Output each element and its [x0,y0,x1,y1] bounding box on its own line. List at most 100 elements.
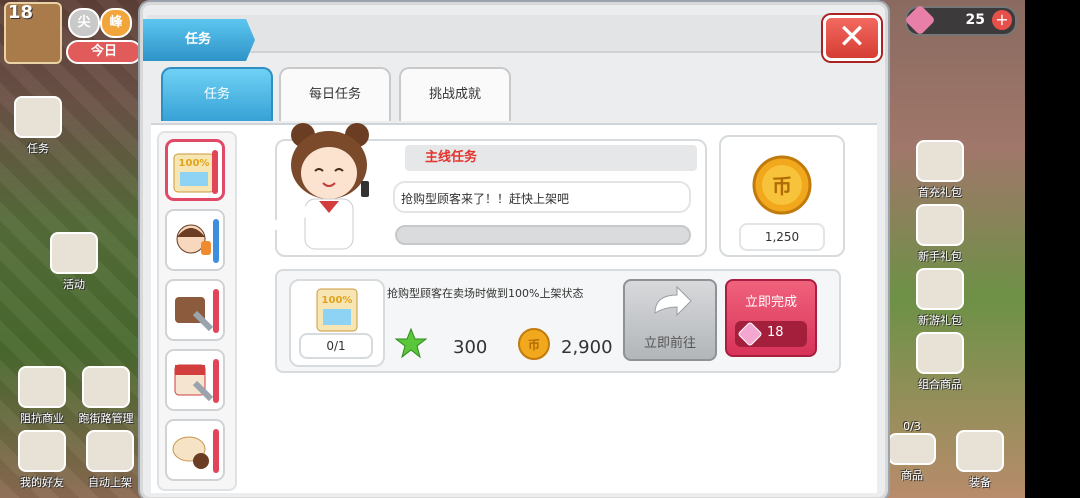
shop-icon [18,366,66,408]
task-row: 100% 0/1 抢购型顾客在卖场时做到100%上架状态 300 币 2,900 [275,269,841,373]
category-indicator [213,289,219,333]
svg-text:100%: 100% [179,158,210,169]
screen-side-bar [1025,0,1080,498]
left-menu-friends[interactable]: 我的好友 [14,430,70,490]
svg-text:币: 币 [528,338,540,352]
main-quest-text: 抢购型顾客来了！！赶快上架吧 [393,181,691,213]
right-menu-label: 组合商品 [918,378,962,391]
tab-daily-tasks[interactable]: 每日任务 [279,67,391,121]
svg-text:币: 币 [772,174,792,198]
guide-character [272,123,369,250]
hud-badge-0[interactable]: 尖 [68,8,100,38]
main-quest-reward-value: 1,250 [739,223,825,251]
left-menu-tasks[interactable]: 任务 [10,96,66,156]
category-indicator [212,150,218,194]
today-button[interactable]: 今日 [66,40,142,64]
gem-counter: 25 + [904,4,1017,36]
complete-cost: 18 [735,321,807,347]
exp-reward: 300 [453,337,488,358]
exp-star-icon [395,327,427,359]
character-icon [956,430,1004,472]
coin-reward: 2,900 [561,337,613,358]
left-menu-street[interactable]: 跑街路管理 [78,366,134,426]
right-menu-label: 新游礼包 [918,314,962,327]
coin-icon: 币 [752,155,812,215]
complete-cost-value: 18 [767,325,784,340]
tab-tasks[interactable]: 任务 [161,67,273,121]
game-screen: 18 尖 峰 今日 25 + 任务 活动 阻抗商业 跑街路管理 我的好友 自动上… [0,0,1080,498]
main-quest-reward: 币 1,250 [719,135,845,257]
goods-count: 0/3 [903,420,921,433]
bundle-icon [916,332,964,374]
coin-icon: 币 [518,328,550,360]
add-gems-button[interactable]: + [992,10,1012,30]
share-arrow-icon [654,285,692,317]
category-list: 100% [157,131,237,491]
gem-icon [737,321,763,347]
gem-count: 25 [965,12,985,28]
left-menu-label: 跑街路管理 [78,412,134,425]
left-menu-label: 活动 [63,278,85,291]
task-description: 抢购型顾客在卖场时做到100%上架状态 [387,287,584,300]
shelf-100-icon: 100% [173,153,215,193]
tab-challenges[interactable]: 挑战成就 [399,67,511,121]
gem-icon [904,4,936,36]
category-store[interactable] [165,349,225,411]
category-food[interactable] [165,419,225,481]
customer-icon [176,224,211,255]
gift-icon [916,204,964,246]
close-button[interactable]: ✕ [823,15,881,61]
gift-icon [916,140,964,182]
task-progress: 0/1 [299,333,373,359]
category-indicator [213,219,219,263]
right-menu-label: 装备 [969,476,991,489]
right-menu-newgame[interactable]: 新游礼包 [912,268,968,328]
dialog-header [147,15,871,53]
go-now-label: 立即前往 [643,336,696,351]
friends-icon [18,430,66,472]
right-menu-equip[interactable]: 装备 [952,430,1008,490]
task-dialog: 任务 ✕ 任务 每日任务 挑战成就 100% 主线任务 抢购型顾客来了！！赶快上… [140,2,888,498]
left-menu-label: 阻抗商业 [20,412,64,425]
category-shelf[interactable]: 100% [165,139,225,201]
robot-icon [86,430,134,472]
left-menu-events[interactable]: 活动 [46,232,102,292]
complete-now-button[interactable]: 立即完成 18 [725,279,817,357]
right-menu-newbie[interactable]: 新手礼包 [912,204,968,264]
right-menu-label: 首充礼包 [918,186,962,199]
player-avatar[interactable]: 18 [4,2,62,64]
right-menu-combo[interactable]: 组合商品 [912,332,968,392]
category-indicator [213,359,219,403]
complete-now-label: 立即完成 [744,295,797,310]
shelf-100-icon: 100% [316,288,358,332]
category-indicator [213,429,219,473]
close-icon: ✕ [837,17,867,57]
main-quest-title: 主线任务 [405,145,697,171]
box-icon [888,433,936,465]
food-icon [172,436,209,469]
category-build[interactable] [165,279,225,341]
left-menu-label: 任务 [27,142,49,155]
calendar-icon [50,232,98,274]
right-menu-label: 新手礼包 [918,250,962,263]
dialog-title: 任务 [143,19,255,61]
right-menu-goods[interactable]: 0/3 商品 [884,420,940,483]
main-quest-progress [395,225,691,245]
store-icon [174,364,214,402]
clipboard-icon [14,96,62,138]
build-icon [175,297,214,332]
left-menu-auto-shelf[interactable]: 自动上架 [82,430,138,490]
category-customer[interactable] [165,209,225,271]
left-menu-business[interactable]: 阻抗商业 [14,366,70,426]
left-menu-label: 自动上架 [88,476,132,489]
player-level: 18 [8,2,34,23]
gift-icon [916,268,964,310]
storefront-icon [82,366,130,408]
go-now-button[interactable]: 立即前往 [623,279,717,361]
left-menu-label: 我的好友 [20,476,64,489]
right-menu-first-charge[interactable]: 首充礼包 [912,140,968,200]
task-icon-text: 100% [322,295,353,306]
hud-badge-1[interactable]: 峰 [100,8,132,38]
tab-content: 100% 主线任务 抢购型顾客来了！！赶快上架吧 币 1,250 100% 0/… [151,123,877,493]
right-menu-label: 商品 [901,469,923,482]
